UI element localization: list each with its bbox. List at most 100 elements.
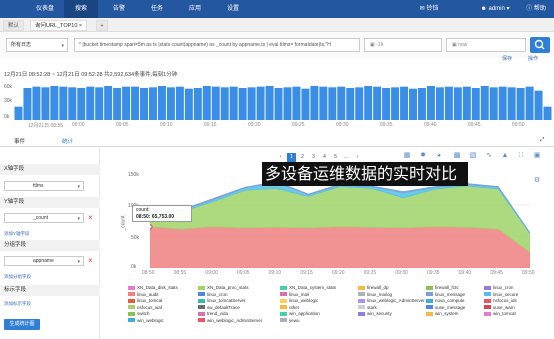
histogram-bar[interactable] [534, 90, 543, 120]
histogram-bar[interactable] [256, 86, 265, 120]
histogram-bar[interactable] [193, 88, 202, 120]
histogram-bar[interactable] [310, 86, 319, 120]
pager-page[interactable]: 5 [331, 153, 340, 162]
legend-item[interactable]: win_weblogic_AdminServer [198, 318, 262, 323]
search-button[interactable] [530, 37, 550, 53]
histogram-bar[interactable] [166, 87, 175, 120]
legend-item[interactable]: other [280, 305, 299, 310]
histogram-bar[interactable] [95, 87, 104, 120]
histogram-bar[interactable] [292, 86, 301, 120]
legend-item[interactable]: firewall_dp [358, 285, 389, 290]
area-series-linux_audit[interactable] [150, 226, 530, 268]
histogram-bar[interactable] [86, 86, 95, 120]
area-chart-icon[interactable]: ▲ [500, 151, 510, 161]
time-to-input[interactable]: ▣ now [446, 38, 526, 52]
histogram-bar[interactable] [23, 88, 32, 120]
delete-group-field-icon[interactable]: × [88, 256, 93, 266]
pager-page[interactable]: 3 [309, 153, 318, 162]
source-select[interactable]: 所有日志 ▾ [6, 38, 68, 52]
histogram-bar[interactable] [507, 87, 516, 120]
stacked-area-chart[interactable] [150, 174, 530, 268]
histogram-bar[interactable] [149, 87, 157, 120]
histogram-bar[interactable] [131, 86, 140, 120]
histogram-bar[interactable] [409, 88, 417, 120]
histogram-bar[interactable] [355, 87, 364, 120]
histogram-bar[interactable] [113, 88, 122, 120]
y-field-select[interactable]: _count ▾ [4, 213, 84, 223]
actions-link[interactable]: 操作 [528, 55, 538, 62]
legend-item[interactable]: linux_tomcat [128, 298, 162, 303]
legend-item[interactable]: linux_mailog [358, 292, 392, 297]
histogram-bar[interactable] [202, 86, 211, 120]
legend-item[interactable]: XN_Data_system_stats [280, 285, 336, 290]
chart-settings-icon[interactable]: ⚙ [532, 176, 542, 186]
map-chart-icon[interactable]: ▣ [532, 151, 542, 161]
tab-stats[interactable]: 统计 [62, 137, 73, 145]
histogram-bar[interactable] [373, 86, 382, 120]
scatter-chart-icon[interactable]: ∷ [516, 151, 526, 161]
histogram-bar[interactable] [77, 88, 86, 120]
legend-item[interactable]: linux_tomcatServer [198, 298, 246, 303]
nav-settings[interactable]: 设置 [216, 0, 250, 18]
add-y-field-link[interactable]: 添加Y轴字段 [4, 231, 30, 237]
histogram-bar[interactable] [498, 86, 507, 120]
histogram-bar[interactable] [59, 86, 68, 120]
legend-item[interactable]: nsfocus_ids [484, 298, 517, 303]
add-label-field-link[interactable]: 添加标示字段 [4, 301, 31, 307]
pager-prev[interactable]: ‹ [276, 153, 285, 162]
hover-point[interactable] [150, 224, 153, 230]
legend-item[interactable]: linux_cron [484, 285, 514, 290]
legend-item[interactable]: linux_weblogic [280, 298, 318, 303]
expand-icon[interactable]: ⤢ [540, 137, 544, 144]
legend-item[interactable]: win_system [426, 311, 459, 316]
legend-item[interactable]: linux_weblogic_AdminServer [358, 298, 425, 303]
histogram-bar[interactable] [50, 86, 59, 120]
legend-item[interactable]: suse_warn [484, 305, 515, 310]
histogram-bar[interactable] [462, 86, 471, 120]
legend-item[interactable]: switch [128, 311, 150, 316]
legend-item[interactable]: win_weblogic [128, 318, 164, 323]
legend-item[interactable]: XN_Data_proc_stats [198, 285, 249, 290]
legend-item[interactable]: yewu [280, 318, 300, 323]
histogram-bar[interactable] [41, 87, 50, 120]
legend-item[interactable]: firewall_h3c [426, 285, 459, 290]
pie-chart-icon[interactable]: ◕ [434, 151, 444, 161]
histogram-bar[interactable] [525, 86, 534, 120]
histogram-bar[interactable] [426, 86, 435, 120]
legend-item[interactable]: linux_audit [128, 292, 159, 297]
histogram-bar[interactable] [444, 86, 453, 120]
notifications-button[interactable]: ✉ 铃铛 [414, 0, 444, 18]
legend-item[interactable]: linux_mail [280, 292, 309, 297]
legend-item[interactable]: win_tomcat [484, 311, 516, 316]
histogram-bar[interactable] [543, 106, 552, 120]
group-field-select[interactable]: appname ▾ [4, 256, 84, 266]
histogram-bar[interactable] [283, 87, 292, 120]
nav-apps[interactable]: 应用 [178, 0, 212, 18]
pager-page[interactable]: 1 [287, 153, 296, 162]
table-chart-icon[interactable]: ▦ [402, 151, 412, 161]
search-query-input[interactable]: * |bucket timestamp span=5m as ts |stats… [74, 38, 360, 52]
x-field-select[interactable]: ttlms ▾ [4, 181, 84, 191]
histogram-bar[interactable] [480, 86, 489, 120]
legend-item[interactable]: linux_message [426, 292, 465, 297]
histogram-bar[interactable] [489, 87, 498, 120]
add-group-field-link[interactable]: 添加分组字段 [4, 274, 31, 280]
time-from-input[interactable]: ▣ -1h [364, 38, 442, 52]
histogram-bar[interactable] [157, 86, 166, 120]
legend-item[interactable]: suse_message [426, 305, 465, 310]
pager-page[interactable]: 4 [320, 153, 329, 162]
tab-default[interactable]: 默认 [3, 20, 25, 31]
legend-item[interactable]: XN_Data_disk_stats [128, 285, 178, 290]
legend-item[interactable]: linux_cron [198, 292, 228, 297]
histogram-bar[interactable] [229, 86, 238, 120]
histogram-bar[interactable] [265, 86, 274, 120]
user-menu[interactable]: ☻ admin ▾ [478, 0, 512, 18]
histogram-bar[interactable] [32, 86, 41, 120]
line-chart-icon[interactable]: ∿ [484, 151, 494, 161]
nav-dashboard[interactable]: 仪表盘 [28, 0, 62, 18]
nav-search[interactable]: 搜索 [64, 0, 98, 18]
legend-item[interactable]: trend_vida [198, 311, 228, 316]
histogram-bar[interactable] [175, 86, 184, 120]
histogram-bar[interactable] [435, 87, 444, 120]
legend-item[interactable]: nova_compute [426, 298, 465, 303]
